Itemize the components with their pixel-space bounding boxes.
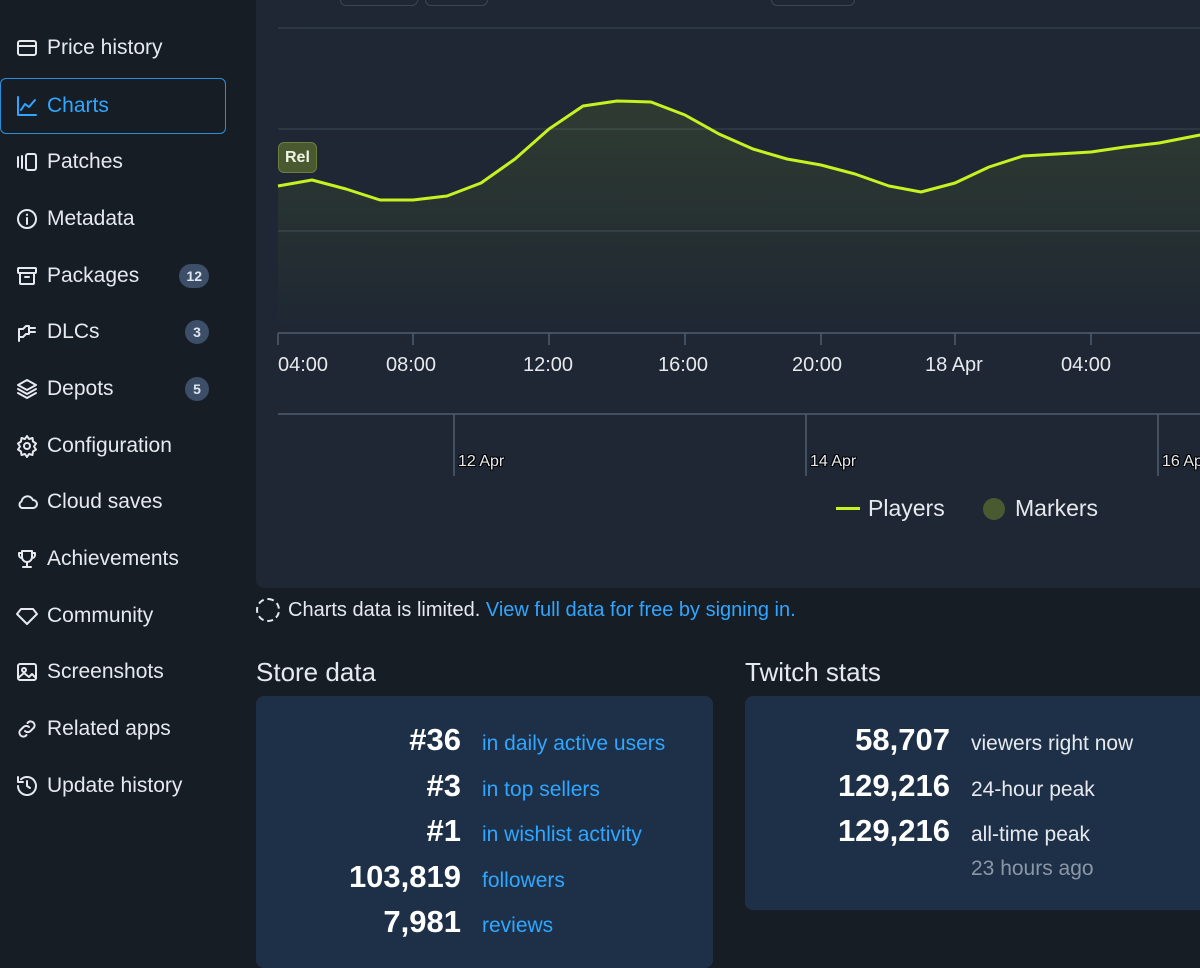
stat-label: viewers right now <box>971 732 1134 755</box>
stat-row: 103,819 followers <box>256 859 713 905</box>
stat-link[interactable]: in wishlist activity <box>482 823 642 847</box>
legend-label: Players <box>868 495 945 521</box>
sidebar-item-dlcs[interactable]: DLCs 3 <box>0 304 226 360</box>
sidebar-item-related-apps[interactable]: Related apps <box>0 701 226 757</box>
stat-value: #1 <box>426 813 461 848</box>
count-badge: 3 <box>185 320 209 344</box>
stat-value: 129,216 <box>837 813 950 848</box>
x-tick-label: 04:00 <box>278 354 329 376</box>
history-icon <box>15 774 39 798</box>
sidebar-item-packages[interactable]: Packages 12 <box>0 248 226 304</box>
legend-label: Markers <box>1015 495 1099 521</box>
store-data-card: #36 in daily active users #3 in top sell… <box>256 696 713 968</box>
link-icon <box>15 717 39 741</box>
stat-row: 58,707 viewers right now <box>745 722 1200 768</box>
line-chart-icon <box>15 94 39 118</box>
stat-row: 129,216 24-hour peak <box>745 768 1200 814</box>
twitch-stats-card: 58,707 viewers right now 129,216 24-hour… <box>745 696 1200 910</box>
legend-line-swatch <box>836 507 860 510</box>
limited-data-notice: Charts data is limited. View full data f… <box>256 598 796 622</box>
sidebar-item-label: Packages <box>47 264 140 287</box>
players-area <box>278 101 1200 333</box>
sidebar-item-label: Screenshots <box>47 660 164 683</box>
sidebar-item-label: Configuration <box>47 434 172 457</box>
plug-icon <box>15 320 39 344</box>
stat-value: 103,819 <box>348 859 461 894</box>
notice-text: Charts data is limited. <box>288 598 481 621</box>
x-tick-label: 16:00 <box>658 354 709 376</box>
dashed-circle-icon <box>256 598 280 622</box>
sidebar-item-cloud-saves[interactable]: Cloud saves <box>0 474 226 530</box>
count-badge: 5 <box>185 377 209 401</box>
stat-label: 24-hour peak <box>971 778 1095 801</box>
stat-row: 7,981 reviews <box>256 904 713 950</box>
legend-item-markers[interactable]: Markers <box>983 495 1098 522</box>
sidebar-item-label: Achievements <box>47 547 179 570</box>
stat-link[interactable]: in daily active users <box>482 732 665 756</box>
gear-icon <box>15 434 39 458</box>
diamond-icon <box>15 604 39 628</box>
archive-icon <box>15 264 39 288</box>
store-data-title: Store data <box>256 657 376 687</box>
alltime-peak-time: 23 hours ago <box>971 857 1094 880</box>
sidebar-item-price-history[interactable]: Price history <box>0 20 226 76</box>
navigator-tick-label: 12 Apr <box>458 453 505 470</box>
sidebar-item-label: Patches <box>47 150 123 173</box>
sidebar-item-patches[interactable]: Patches <box>0 134 226 190</box>
x-tick-label: 04:00 <box>1061 354 1112 376</box>
sidebar-item-label: Depots <box>47 377 114 400</box>
sidebar-item-screenshots[interactable]: Screenshots <box>0 644 226 700</box>
stat-row: #3 in top sellers <box>256 768 713 814</box>
stat-link[interactable]: in top sellers <box>482 778 600 802</box>
sidebar-item-community[interactable]: Community <box>0 588 226 644</box>
info-icon <box>15 207 39 231</box>
sign-in-link[interactable]: View full data for free by signing in. <box>486 599 796 622</box>
stat-row: #1 in wishlist activity <box>256 813 713 859</box>
twitch-stats-title: Twitch stats <box>745 657 881 687</box>
wallet-icon <box>15 36 39 60</box>
trophy-icon <box>15 547 39 571</box>
x-tick-label: 12:00 <box>523 354 574 376</box>
stat-value: 58,707 <box>855 722 950 757</box>
sidebar-item-achievements[interactable]: Achievements <box>0 531 226 587</box>
patches-icon <box>15 150 39 174</box>
x-tick-label: 20:00 <box>792 354 843 376</box>
count-badge: 12 <box>179 264 209 288</box>
sidebar-item-label: Community <box>47 604 154 627</box>
cloud-icon <box>15 490 39 514</box>
navigator-tick-label: 14 Apr <box>810 453 857 470</box>
sidebar-item-label: Price history <box>47 36 163 59</box>
sidebar: Price history Charts Patches Metadata Pa… <box>0 0 240 968</box>
legend-dot-swatch <box>983 497 1005 520</box>
sidebar-item-label: Related apps <box>47 717 171 740</box>
sidebar-item-charts[interactable]: Charts <box>0 78 226 134</box>
stat-row: 129,216 all-time peak <box>745 813 1200 859</box>
stat-value: 7,981 <box>383 904 461 939</box>
stat-label: all-time peak <box>971 823 1091 846</box>
sidebar-item-label: Update history <box>47 774 183 797</box>
sidebar-item-label: DLCs <box>47 320 100 343</box>
x-axis-ticks <box>277 333 1092 345</box>
navigator-tick-label: 16 Ap <box>1162 453 1200 470</box>
sidebar-item-configuration[interactable]: Configuration <box>0 418 226 474</box>
x-tick-label: 18 Apr <box>925 354 983 376</box>
sidebar-item-metadata[interactable]: Metadata <box>0 191 226 247</box>
sidebar-item-label: Cloud saves <box>47 490 163 513</box>
release-marker[interactable]: Rel <box>278 142 317 173</box>
sidebar-item-label: Metadata <box>47 207 135 230</box>
stat-value: #36 <box>409 722 461 757</box>
legend-item-players[interactable]: Players <box>836 495 945 522</box>
layers-icon <box>15 377 39 401</box>
stat-link[interactable]: reviews <box>482 914 553 938</box>
stat-row: #36 in daily active users <box>256 722 713 768</box>
stat-link[interactable]: followers <box>482 869 565 893</box>
stat-value: #3 <box>426 768 461 803</box>
image-icon <box>15 660 39 684</box>
sidebar-item-depots[interactable]: Depots 5 <box>0 361 226 417</box>
x-tick-label: 08:00 <box>386 354 437 376</box>
sidebar-item-update-history[interactable]: Update history <box>0 758 226 814</box>
stat-value: 129,216 <box>837 768 950 803</box>
players-chart[interactable]: 04:00 08:00 12:00 16:00 20:00 18 Apr 04:… <box>256 0 1200 588</box>
sidebar-item-label: Charts <box>47 94 109 117</box>
